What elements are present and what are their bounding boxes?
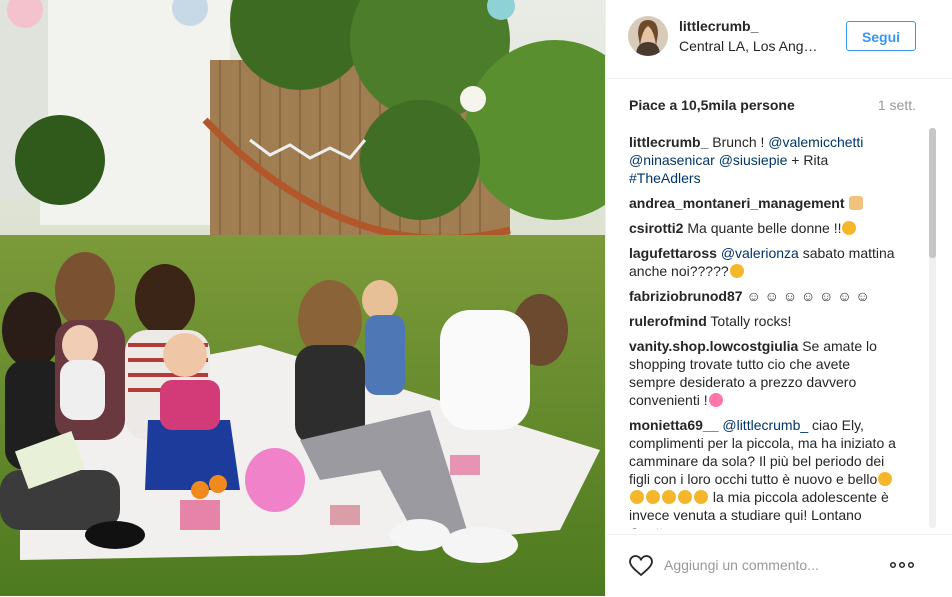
- comment-item: andrea_montaneri_management: [629, 194, 899, 212]
- comment-bar: Aggiungi un commento...: [606, 534, 952, 597]
- face-emoji-icon: [646, 490, 660, 504]
- comment-item: vanity.shop.lowcostgiulia Se amate lo sh…: [629, 337, 899, 409]
- face-emoji-icon: [694, 490, 708, 504]
- mention-link[interactable]: #TheAdlers: [629, 170, 701, 186]
- face-emoji-icon: [678, 490, 692, 504]
- mention-link[interactable]: @siusiepie: [719, 152, 788, 168]
- add-comment-input[interactable]: Aggiungi un commento...: [664, 557, 819, 573]
- mention-link[interactable]: @valerionza: [721, 245, 799, 261]
- comment-username[interactable]: csirotti2: [629, 220, 683, 236]
- avatar[interactable]: [628, 16, 668, 56]
- follow-button[interactable]: Segui: [846, 21, 916, 51]
- comment-username[interactable]: rulerofmind: [629, 313, 707, 329]
- comment-item: fabriziobrunod87 ☺ ☺ ☺ ☺ ☺ ☺ ☺: [629, 287, 899, 305]
- comment-item: littlecrumb_ Brunch ! @valemicchetti @ni…: [629, 133, 899, 187]
- mention-link[interactable]: @ninasenicar: [629, 152, 715, 168]
- face-emoji-icon: [729, 264, 744, 278]
- like-heart-icon[interactable]: [629, 555, 653, 582]
- comment-item: monietta69__ @littlecrumb_ ciao Ely, com…: [629, 416, 899, 529]
- comment-text: Brunch !: [708, 134, 769, 150]
- mention-link[interactable]: @littlecrumb_: [722, 417, 808, 433]
- mention-link[interactable]: @valemicchetti: [768, 134, 863, 150]
- username[interactable]: littlecrumb_: [679, 18, 758, 34]
- face-emoji-icon: [878, 472, 893, 486]
- comments-scrollbar[interactable]: [929, 128, 936, 528]
- photo-illustration: [0, 0, 605, 596]
- face-emoji-icon: [662, 490, 676, 504]
- comment-username[interactable]: andrea_montaneri_management: [629, 195, 845, 211]
- comment-item: rulerofmind Totally rocks!: [629, 312, 899, 330]
- comment-text: + Rita: [787, 152, 829, 168]
- comment-username[interactable]: monietta69__: [629, 417, 718, 433]
- comment-text: ☺ ☺ ☺ ☺ ☺ ☺ ☺: [742, 288, 870, 304]
- comment-username[interactable]: littlecrumb_: [629, 134, 708, 150]
- comment-text: Ma quante belle donne !!: [683, 220, 842, 236]
- post-details-panel: littlecrumb_ Central LA, Los Ang… Segui …: [605, 0, 952, 596]
- face-emoji-icon: [630, 490, 644, 504]
- comment-text: [845, 195, 849, 211]
- scrollbar-thumb[interactable]: [929, 128, 936, 258]
- heart-emoji-icon: [708, 393, 723, 407]
- comment-text: Totally rocks!: [706, 313, 792, 329]
- location[interactable]: Central LA, Los Ang…: [679, 38, 829, 54]
- likes-count[interactable]: Piace a 10,5mila persone: [629, 97, 795, 113]
- more-options-icon[interactable]: [889, 555, 915, 580]
- hand-emoji-icon: [849, 196, 864, 210]
- post-time[interactable]: 1 sett.: [878, 97, 916, 113]
- comment-username[interactable]: fabriziobrunod87: [629, 288, 743, 304]
- comment-username[interactable]: vanity.shop.lowcostgiulia: [629, 338, 798, 354]
- comment-item: lagufettaross @valerionza sabato mattina…: [629, 244, 899, 280]
- post-photo[interactable]: [0, 0, 605, 596]
- post-header: littlecrumb_ Central LA, Los Ang… Segui: [606, 0, 952, 79]
- comment-username[interactable]: lagufettaross: [629, 245, 717, 261]
- comments-list: littlecrumb_ Brunch ! @valemicchetti @ni…: [629, 133, 899, 529]
- comment-item: csirotti2 Ma quante belle donne !!: [629, 219, 899, 237]
- face-emoji-icon: [842, 221, 857, 235]
